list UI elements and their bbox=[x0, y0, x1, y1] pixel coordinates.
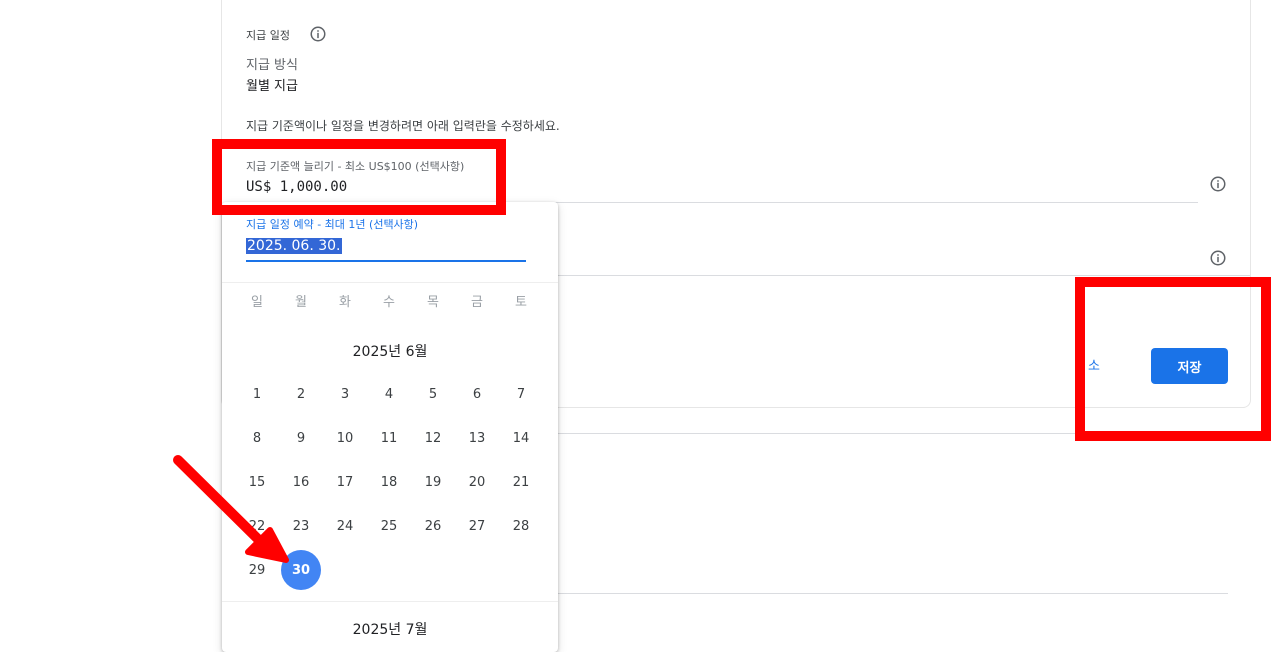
threshold-input[interactable]: US$ 1,000.00 bbox=[246, 179, 347, 195]
weekday-header: 일 bbox=[251, 295, 263, 310]
calendar-day[interactable]: 27 bbox=[457, 506, 497, 546]
payment-method-value: 월별 지급 bbox=[246, 79, 298, 94]
weekday-header: 월 bbox=[295, 295, 307, 310]
payment-method-label: 지급 방식 bbox=[246, 58, 298, 73]
calendar-day[interactable]: 20 bbox=[457, 462, 497, 502]
calendar-day[interactable]: 5 bbox=[413, 374, 453, 414]
calendar-day[interactable]: 21 bbox=[501, 462, 541, 502]
threshold-info-icon[interactable] bbox=[1209, 175, 1227, 193]
weekday-divider bbox=[222, 282, 558, 283]
weekday-header: 토 bbox=[515, 295, 527, 310]
calendar-day[interactable]: 2 bbox=[281, 374, 321, 414]
threshold-field-label: 지급 기준액 늘리기 - 최소 US$100 (선택사항) bbox=[246, 160, 465, 173]
calendar-day[interactable]: 7 bbox=[501, 374, 541, 414]
calendar-day[interactable]: 17 bbox=[325, 462, 365, 502]
schedule-date-value: 2025. 06. 30. bbox=[246, 238, 342, 254]
calendar-day[interactable]: 19 bbox=[413, 462, 453, 502]
calendar-day-selected[interactable]: 30 bbox=[281, 550, 321, 590]
instruction-text: 지급 기준액이나 일정을 변경하려면 아래 입력란을 수정하세요. bbox=[246, 119, 560, 133]
calendar-day[interactable]: 26 bbox=[413, 506, 453, 546]
section-divider bbox=[558, 433, 1228, 434]
section-divider bbox=[558, 593, 1228, 594]
date-picker-popup: 지급 일정 예약 - 최대 1년 (선택사항) 2025. 06. 30. 일 월… bbox=[222, 202, 558, 652]
calendar-day[interactable]: 14 bbox=[501, 418, 541, 458]
schedule-info-icon[interactable] bbox=[1209, 249, 1227, 267]
calendar-day[interactable]: 12 bbox=[413, 418, 453, 458]
weekday-header: 목 bbox=[427, 295, 439, 310]
calendar-day[interactable]: 3 bbox=[325, 374, 365, 414]
calendar-day[interactable]: 1 bbox=[237, 374, 277, 414]
schedule-input-underline bbox=[558, 275, 1250, 276]
calendar-day[interactable]: 6 bbox=[457, 374, 497, 414]
calendar-day[interactable]: 13 bbox=[457, 418, 497, 458]
month-title-june: 2025년 6월 bbox=[352, 344, 428, 360]
calendar-day[interactable]: 24 bbox=[325, 506, 365, 546]
calendar-day[interactable]: 4 bbox=[369, 374, 409, 414]
weekday-header: 화 bbox=[339, 295, 351, 310]
calendar-day[interactable]: 22 bbox=[237, 506, 277, 546]
calendar-day[interactable]: 28 bbox=[501, 506, 541, 546]
calendar-day[interactable]: 29 bbox=[237, 550, 277, 590]
calendar-day[interactable]: 18 bbox=[369, 462, 409, 502]
calendar-day[interactable]: 9 bbox=[281, 418, 321, 458]
month-divider bbox=[222, 601, 558, 602]
schedule-field-label: 지급 일정 예약 - 최대 1년 (선택사항) bbox=[246, 218, 419, 231]
calendar-day[interactable]: 23 bbox=[281, 506, 321, 546]
schedule-date-input[interactable]: 2025. 06. 30. bbox=[246, 235, 526, 262]
calendar-day[interactable]: 25 bbox=[369, 506, 409, 546]
calendar-day[interactable]: 16 bbox=[281, 462, 321, 502]
calendar-day[interactable]: 10 bbox=[325, 418, 365, 458]
calendar-day[interactable]: 11 bbox=[369, 418, 409, 458]
info-icon[interactable] bbox=[309, 25, 327, 43]
section-title: 지급 일정 bbox=[246, 29, 290, 42]
weekday-header: 수 bbox=[383, 295, 395, 310]
calendar-day[interactable]: 15 bbox=[237, 462, 277, 502]
month-title-july: 2025년 7월 bbox=[352, 622, 428, 638]
calendar-day[interactable]: 8 bbox=[237, 418, 277, 458]
save-button[interactable]: 저장 bbox=[1151, 348, 1228, 384]
cancel-button[interactable]: 소 bbox=[1088, 355, 1100, 374]
weekday-header: 금 bbox=[471, 295, 483, 310]
